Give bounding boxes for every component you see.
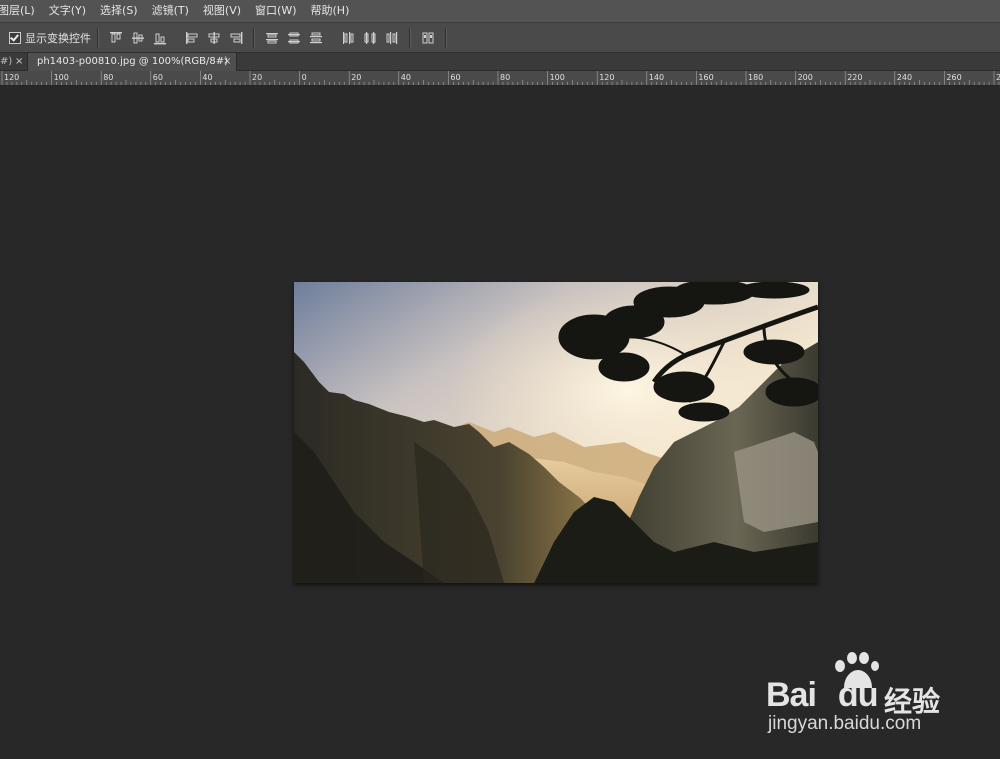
show-transform-controls-label: 显示变换控件 <box>25 31 91 45</box>
ruler-label: 140 <box>649 73 664 82</box>
align-top-edges-button[interactable] <box>107 29 125 47</box>
ruler-label: 40 <box>202 73 212 82</box>
distribute-left-edges-icon <box>343 31 354 44</box>
align-right-edges-icon <box>230 31 243 44</box>
align-bottom-edges-button[interactable] <box>151 29 169 47</box>
menu-type[interactable]: 文字(Y) <box>42 0 93 22</box>
auto-align-layers-button[interactable] <box>419 29 437 47</box>
distribute-bottom-edges-icon <box>310 32 322 43</box>
show-transform-controls-checkbox[interactable] <box>9 31 21 44</box>
document-tabs: #) × ph1403-p00810.jpg @ 100%(RGB/8#) × <box>0 53 1000 71</box>
tab-previous-document[interactable]: #) × <box>0 53 28 70</box>
ruler-label: 60 <box>153 73 163 82</box>
ruler-label: 20 <box>252 73 262 82</box>
close-icon[interactable]: × <box>15 53 23 70</box>
ruler-label: 0 <box>302 73 307 82</box>
distribute-right-edges-button[interactable] <box>383 29 401 47</box>
align-left-edges-button[interactable] <box>183 29 201 47</box>
distribute-horizontal-centers-icon <box>364 31 376 44</box>
distribute-vertical-centers-icon <box>288 32 300 43</box>
tab-active-label: ph1403-p00810.jpg @ 100%(RGB/8#) <box>37 56 228 67</box>
menu-view[interactable]: 视图(V) <box>196 0 248 22</box>
distribute-vertical-centers-button[interactable] <box>285 29 303 47</box>
ruler-label: 180 <box>748 73 763 82</box>
ruler-label: 160 <box>698 73 713 82</box>
separator <box>97 27 99 48</box>
ruler-label: 80 <box>500 73 510 82</box>
show-transform-controls-toggle[interactable]: 显示变换控件 <box>9 30 91 46</box>
ruler-label: 260 <box>946 73 961 82</box>
menu-help[interactable]: 帮助(H) <box>304 0 357 22</box>
options-bar: 显示变换控件 <box>0 23 1000 53</box>
ruler-ticks: 120 100 80 60 40 20 0 20 40 60 80 100 120 140 160 180 20… <box>1 71 1000 85</box>
ruler-label: 120 <box>599 73 614 82</box>
distribute-right-edges-icon <box>386 31 398 44</box>
menu-filter[interactable]: 滤镜(T) <box>145 0 196 22</box>
distribute-top-edges-button[interactable] <box>263 29 281 47</box>
menu-layer[interactable]: 图层(L) <box>0 0 42 22</box>
ruler-label: 100 <box>550 73 565 82</box>
align-vertical-centers-button[interactable] <box>129 29 147 47</box>
align-horizontal-group <box>181 29 247 47</box>
ruler-label: 80 <box>103 73 113 82</box>
menu-bar: 图层(L) 文字(Y) 选择(S) 滤镜(T) 视图(V) 窗口(W) 帮助(H… <box>0 0 1000 23</box>
menu-select[interactable]: 选择(S) <box>93 0 145 22</box>
align-left-edges-icon <box>186 31 198 44</box>
close-icon[interactable]: × <box>223 53 231 70</box>
menu-window[interactable]: 窗口(W) <box>248 0 303 22</box>
ruler-label: 100 <box>54 73 69 82</box>
align-horizontal-centers-button[interactable] <box>205 29 223 47</box>
auto-align-layers-icon <box>422 32 434 43</box>
distribute-horizontal-centers-button[interactable] <box>361 29 379 47</box>
distribute-left-edges-button[interactable] <box>339 29 357 47</box>
ruler-label: 200 <box>798 73 813 82</box>
ruler-label: 220 <box>847 73 862 82</box>
separator <box>409 27 411 48</box>
distribute-vertical-group <box>261 29 327 47</box>
watermark-brand: Bai du <box>766 676 878 714</box>
tab-active-document[interactable]: ph1403-p00810.jpg @ 100%(RGB/8#) × <box>28 53 237 71</box>
align-vertical-group <box>105 29 171 47</box>
ruler-label: 20 <box>351 73 361 82</box>
ruler-label: 60 <box>450 73 460 82</box>
align-top-edges-icon <box>110 31 122 42</box>
document-image[interactable] <box>294 282 818 583</box>
align-right-edges-button[interactable] <box>227 29 245 47</box>
separator <box>445 27 447 48</box>
ruler-label: 40 <box>401 73 411 82</box>
watermark-url: jingyan.baidu.com <box>768 713 922 734</box>
distribute-bottom-edges-button[interactable] <box>307 29 325 47</box>
align-vertical-centers-icon <box>132 32 144 43</box>
baidu-jingyan-watermark: Bai du 经验 jingyan.baidu.com <box>760 652 960 742</box>
horizontal-ruler[interactable]: 120 100 80 60 40 20 0 20 40 60 80 100 120 140 160 180 20… <box>0 71 1000 86</box>
ruler-label: 240 <box>897 73 912 82</box>
separator <box>253 27 255 48</box>
align-bottom-edges-icon <box>154 33 166 44</box>
tab-previous-label: #) <box>0 56 13 67</box>
distribute-horizontal-group <box>337 29 403 47</box>
ruler-label: 120 <box>4 73 19 82</box>
align-horizontal-centers-icon <box>208 31 220 44</box>
ruler-label: 280 <box>996 73 1000 82</box>
distribute-top-edges-icon <box>266 32 278 43</box>
